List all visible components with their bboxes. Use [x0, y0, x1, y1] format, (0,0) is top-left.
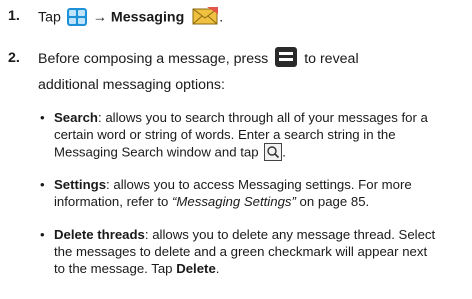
- option-search-line-2: certain word or string of words. Enter a…: [54, 126, 396, 142]
- step-1-end: .: [219, 9, 224, 26]
- option-settings-line-1: : allows you to access Messaging setting…: [106, 177, 412, 192]
- menu-key-icon: [275, 47, 298, 67]
- bullet-dot: •: [40, 227, 45, 242]
- option-delete-line-3: to the message. Tap: [54, 260, 173, 276]
- manual-page: 1. Tap → Messaging . 2. Before composing…: [0, 0, 472, 299]
- option-search: • Search: allows you to search through a…: [40, 110, 464, 162]
- step-2-body: Before composing a message, press to rev…: [38, 47, 359, 69]
- arrow-glyph: →: [92, 9, 107, 26]
- step-2-number: 2.: [8, 50, 20, 66]
- option-settings-term: Settings: [54, 177, 107, 192]
- option-settings: • Settings: allows you to access Messagi…: [40, 177, 464, 211]
- messaging-envelope-icon: [192, 7, 219, 25]
- step-1-text: Tap: [38, 9, 61, 26]
- step-2-continuation: additional messaging options:: [38, 77, 225, 93]
- option-delete-threads: • Delete threads: allows you to delete a…: [40, 227, 464, 277]
- delete-action-label: Delete: [176, 260, 216, 276]
- option-delete-end: .: [215, 260, 220, 276]
- option-delete-term: Delete threads: [54, 227, 145, 242]
- search-magnifier-icon: [264, 142, 283, 161]
- option-settings-line-2: information, refer to: [54, 193, 169, 209]
- messaging-settings-reference: “Messaging Settings”: [172, 193, 296, 209]
- step-2-text-after: to reveal: [304, 50, 359, 67]
- option-delete-line-1: : allows you to delete any message threa…: [144, 227, 436, 242]
- bullet-dot: •: [40, 177, 45, 192]
- applications-grid-icon: [66, 7, 87, 26]
- step-2-text: Before composing a message, press: [38, 50, 269, 67]
- bullet-dot: •: [40, 110, 45, 125]
- option-search-line-1: : allows you to search through all of yo…: [98, 110, 428, 125]
- option-search-term: Search: [54, 110, 98, 125]
- option-search-end: .: [282, 144, 286, 160]
- step-1-number: 1.: [8, 8, 20, 24]
- messaging-label: Messaging: [110, 9, 185, 26]
- option-settings-page-ref: on page 85.: [295, 193, 370, 209]
- option-delete-line-2: the messages to delete and a green check…: [54, 243, 428, 259]
- step-1-body: Tap → Messaging .: [38, 7, 223, 28]
- option-search-line-3: Messaging Search window and tap: [54, 144, 259, 160]
